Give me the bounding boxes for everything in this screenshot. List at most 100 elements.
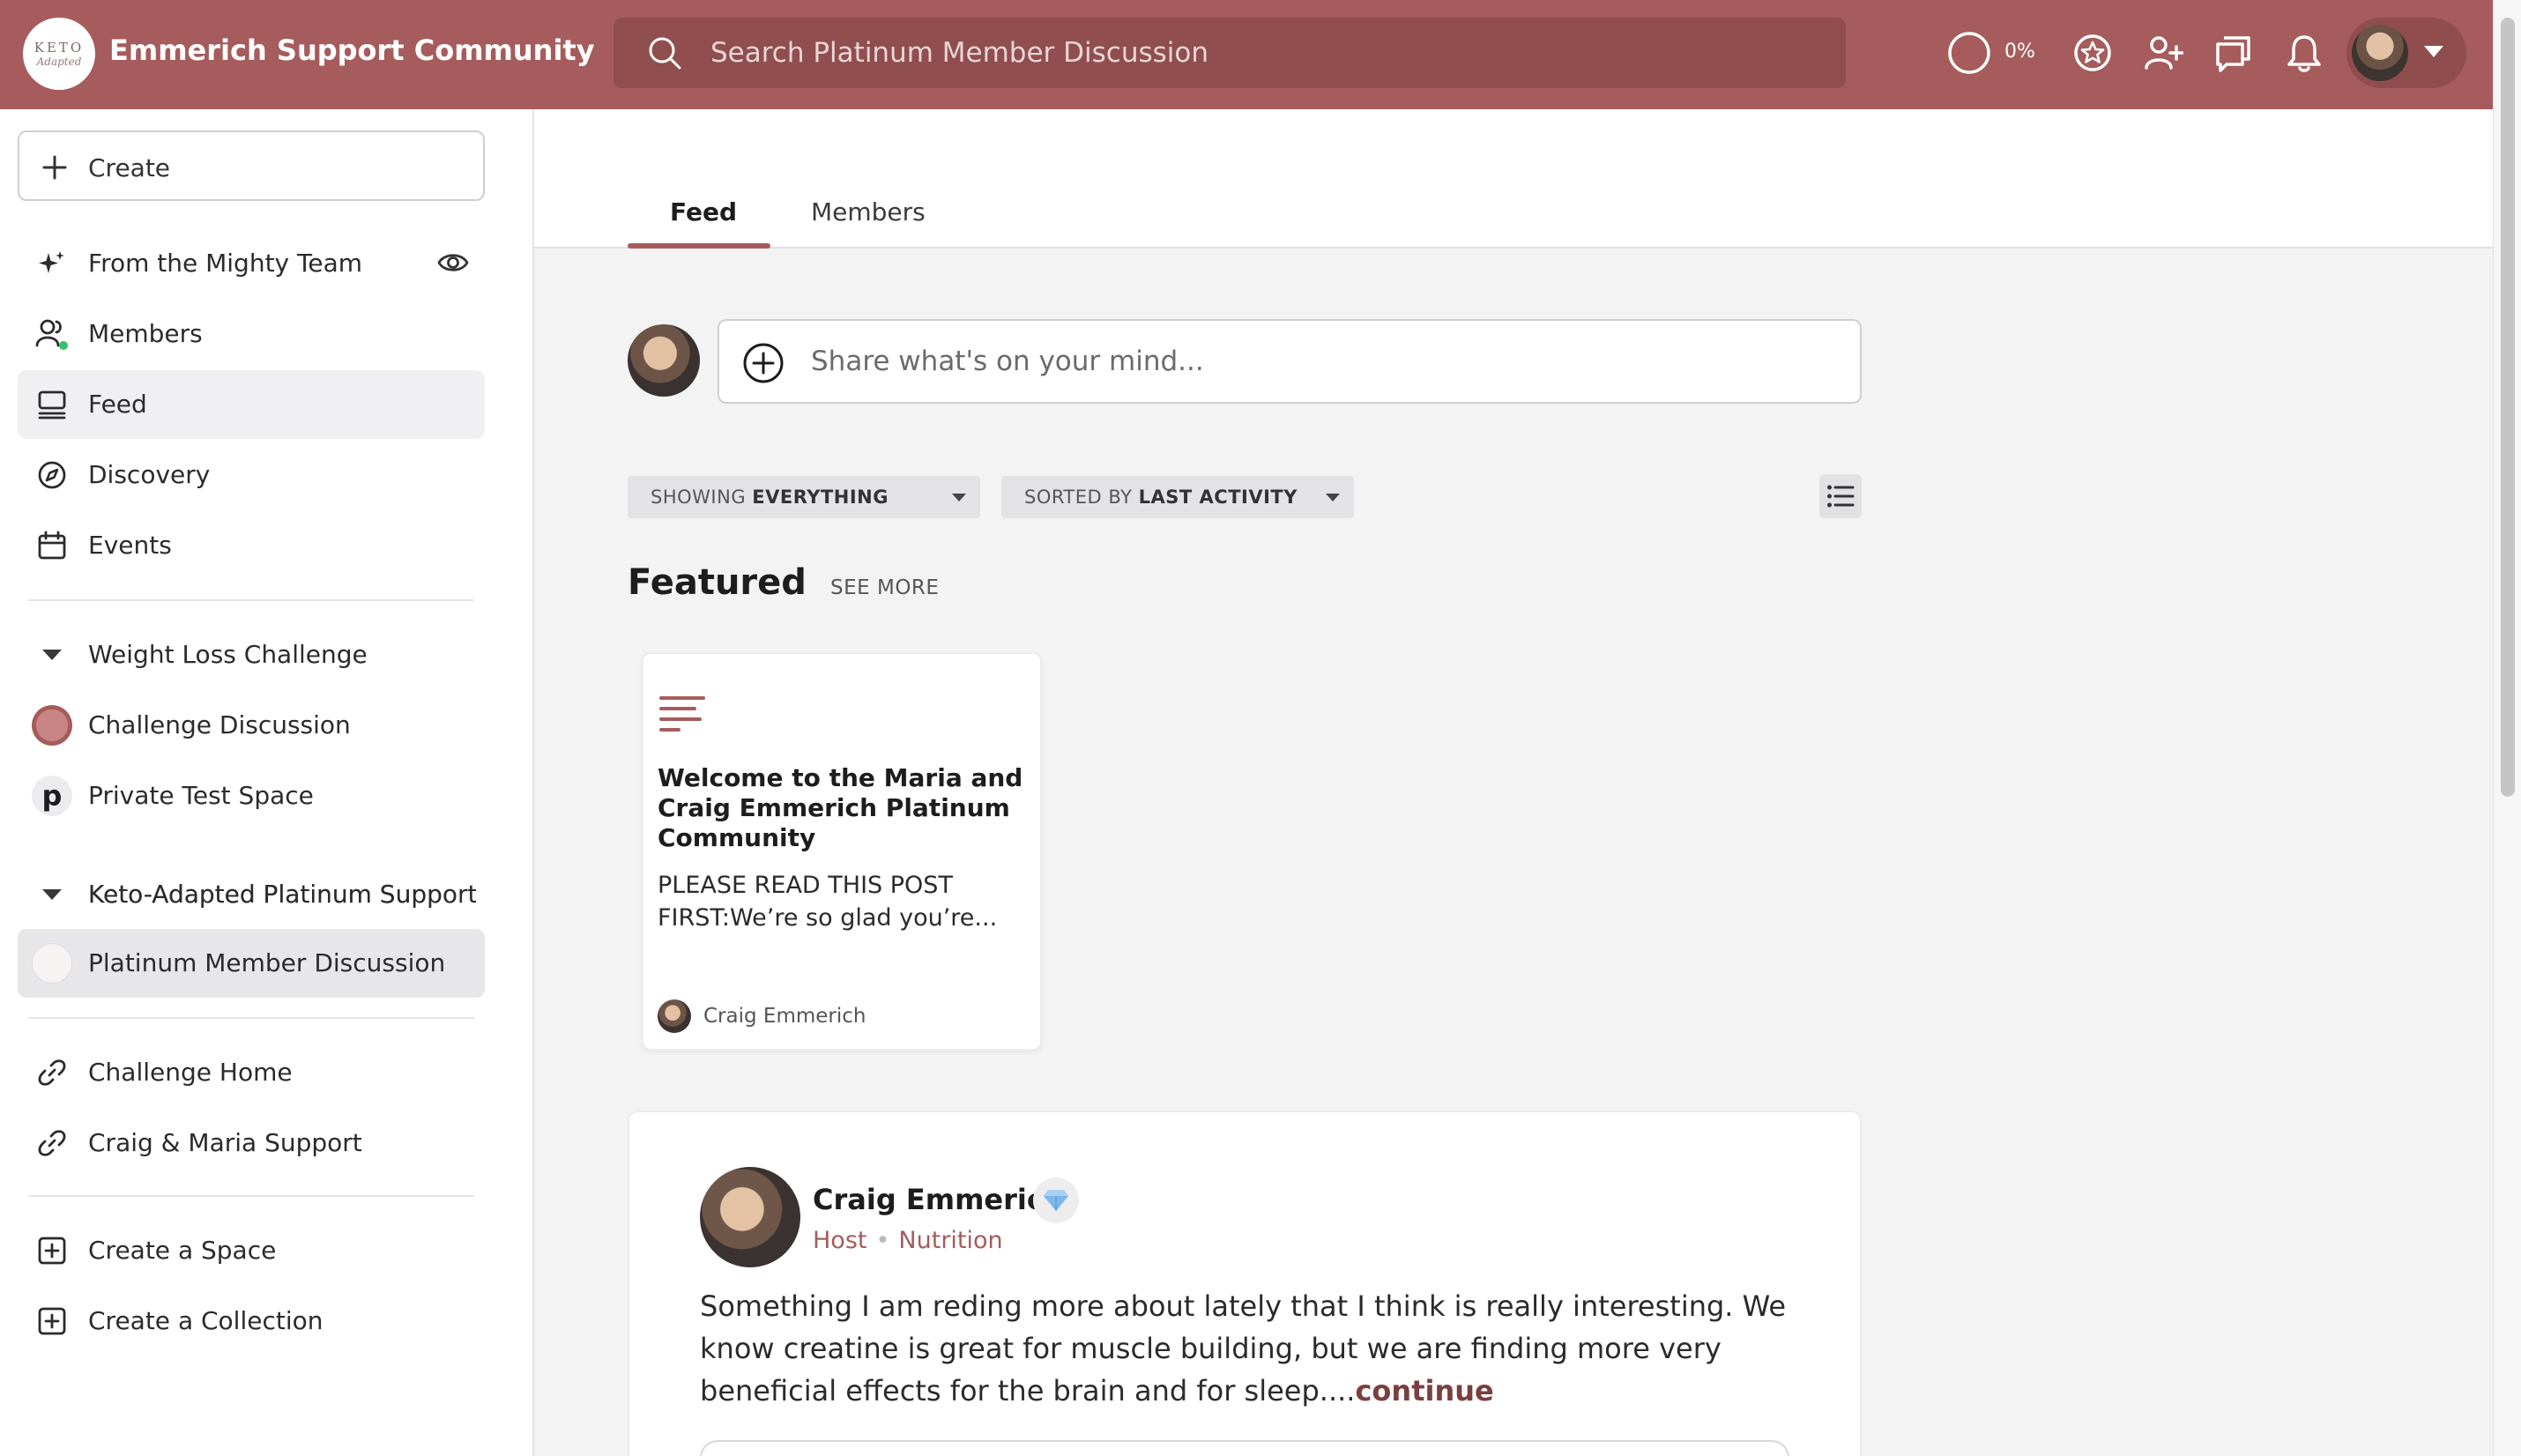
create-label: Create xyxy=(88,153,171,182)
sidebar-item-label: Members xyxy=(88,319,203,348)
sidebar-item-label: Create a Collection xyxy=(88,1306,323,1335)
tab-members[interactable]: Members xyxy=(811,197,926,227)
sidebar-item-label: Challenge Home xyxy=(88,1058,293,1087)
link-icon xyxy=(35,1126,69,1160)
sidebar-item-label: Discovery xyxy=(88,460,211,489)
continue-link[interactable]: continue xyxy=(1355,1374,1493,1408)
space-tabs-bar: Feed Members xyxy=(534,109,2493,249)
sidebar-action-create-collection[interactable]: Create a Collection xyxy=(18,1287,485,1356)
showing-filter-dropdown[interactable]: SHOWING EVERYTHING xyxy=(628,476,980,518)
see-more-link[interactable]: SEE MORE xyxy=(830,576,939,599)
space-initial: p xyxy=(41,779,63,813)
plus-square-icon xyxy=(35,1304,69,1338)
add-user-icon[interactable] xyxy=(2140,30,2186,76)
avatar xyxy=(2352,25,2408,81)
sidebar-item-platinum-member-discussion[interactable]: Platinum Member Discussion xyxy=(18,929,485,998)
sidebar-action-create-space[interactable]: Create a Space xyxy=(18,1216,485,1285)
bell-icon[interactable] xyxy=(2281,30,2327,76)
sidebar-group-label: Weight Loss Challenge xyxy=(88,640,368,669)
active-tab-indicator xyxy=(628,243,770,249)
space-avatar: p xyxy=(32,776,72,816)
community-name[interactable]: Emmerich Support Community xyxy=(109,33,595,67)
post-author-name[interactable]: Craig Emmerich xyxy=(813,1183,1064,1216)
sidebar-item-discovery[interactable]: Discovery xyxy=(18,441,485,509)
featured-post-title: Welcome to the Maria and Craig Emmerich … xyxy=(658,763,1023,852)
link-icon xyxy=(35,1056,69,1089)
article-icon xyxy=(659,696,705,732)
chat-icon[interactable] xyxy=(2211,30,2257,76)
tab-feed[interactable]: Feed xyxy=(670,197,737,227)
featured-post-excerpt: PLEASE READ THIS POST FIRST:We’re so gla… xyxy=(658,872,998,932)
sidebar-item-label: From the Mighty Team xyxy=(88,249,363,278)
avatar xyxy=(658,999,691,1033)
sidebar-item-label: Craig & Maria Support xyxy=(88,1128,362,1157)
featured-heading: Featured xyxy=(628,562,807,603)
plus-icon xyxy=(42,155,67,180)
search-bar[interactable] xyxy=(614,18,1846,88)
sidebar-group-label: Keto-Adapted Platinum Support xyxy=(88,880,476,909)
plus-square-icon xyxy=(35,1234,69,1267)
sidebar-divider xyxy=(28,1017,474,1019)
sidebar-item-challenge-discussion[interactable]: Challenge Discussion xyxy=(18,691,485,760)
list-icon xyxy=(1827,485,1855,508)
eye-icon[interactable] xyxy=(437,249,469,277)
featured-post-card[interactable]: Welcome to the Maria and Craig Emmerich … xyxy=(642,652,1042,1051)
scrollbar-thumb[interactable] xyxy=(2501,18,2515,797)
post-body: Something I am reding more about lately … xyxy=(700,1285,1811,1412)
sidebar-item-mighty-team[interactable]: From the Mighty Team xyxy=(18,229,485,298)
compass-icon xyxy=(35,458,69,492)
sidebar-group-weight-loss[interactable]: Weight Loss Challenge xyxy=(18,620,485,689)
create-button[interactable]: Create xyxy=(18,130,485,201)
top-header: KETO Adapted Emmerich Support Community … xyxy=(0,0,2493,109)
space-avatar xyxy=(32,705,72,746)
search-input[interactable] xyxy=(710,18,1821,88)
post-body-text: Something I am reding more about lately … xyxy=(700,1289,1787,1408)
logo-text-top: KETO xyxy=(33,40,85,56)
sidebar-item-label: Events xyxy=(88,531,172,560)
sidebar-item-feed[interactable]: Feed xyxy=(18,370,485,439)
progress-percent: 0% xyxy=(2004,41,2035,63)
caret-down-icon xyxy=(35,878,69,911)
sidebar-item-label: Platinum Member Discussion xyxy=(88,948,446,977)
page-scrollbar[interactable] xyxy=(2493,0,2521,1456)
chevron-down-icon xyxy=(952,494,966,501)
sidebar: Create From the Mighty Team Members Feed… xyxy=(0,109,534,1456)
sidebar-item-private-test-space[interactable]: p Private Test Space xyxy=(18,761,485,830)
feed-post-card: Craig Emmerich Host • Nutrition Something … xyxy=(628,1111,1862,1456)
sparkles-icon xyxy=(35,247,69,280)
filter-label: SORTED BY LAST ACTIVITY xyxy=(1024,487,1298,508)
sidebar-link-craig-maria-support[interactable]: Craig & Maria Support xyxy=(18,1109,485,1177)
calendar-icon xyxy=(35,529,69,562)
search-icon xyxy=(649,37,681,70)
sidebar-divider xyxy=(28,1195,474,1197)
chevron-down-icon xyxy=(1326,494,1340,501)
community-logo[interactable]: KETO Adapted xyxy=(23,18,95,90)
sidebar-item-members[interactable]: Members xyxy=(18,300,485,368)
list-view-toggle[interactable] xyxy=(1819,474,1862,518)
post-author-meta: Host • Nutrition xyxy=(813,1227,1003,1254)
progress-ring-icon[interactable] xyxy=(1946,30,1992,76)
feed-icon xyxy=(35,388,69,421)
composer-input[interactable] xyxy=(811,321,1833,402)
post-author-tag[interactable]: Nutrition xyxy=(898,1227,1002,1254)
star-badge-icon[interactable] xyxy=(2070,30,2116,76)
logo-text-bottom: Adapted xyxy=(36,56,82,68)
post-embed-frame xyxy=(700,1440,1789,1456)
sidebar-item-label: Feed xyxy=(88,390,147,419)
sidebar-group-keto-platinum[interactable]: Keto-Adapted Platinum Support xyxy=(18,860,485,929)
space-avatar xyxy=(32,943,72,984)
user-menu[interactable] xyxy=(2346,18,2466,88)
sidebar-link-challenge-home[interactable]: Challenge Home xyxy=(18,1038,485,1107)
chevron-down-icon xyxy=(2424,46,2443,57)
filter-label: SHOWING EVERYTHING xyxy=(651,487,889,508)
plus-circle-icon[interactable] xyxy=(742,342,785,384)
avatar[interactable] xyxy=(700,1167,800,1267)
sidebar-item-events[interactable]: Events xyxy=(18,511,485,580)
post-author-role: Host xyxy=(813,1227,867,1254)
people-icon xyxy=(35,317,69,351)
diamond-badge-icon xyxy=(1033,1177,1079,1223)
sort-dropdown[interactable]: SORTED BY LAST ACTIVITY xyxy=(1001,476,1354,518)
post-composer[interactable] xyxy=(718,319,1862,404)
avatar xyxy=(628,324,700,397)
featured-post-author[interactable]: Craig Emmerich xyxy=(703,1005,866,1028)
